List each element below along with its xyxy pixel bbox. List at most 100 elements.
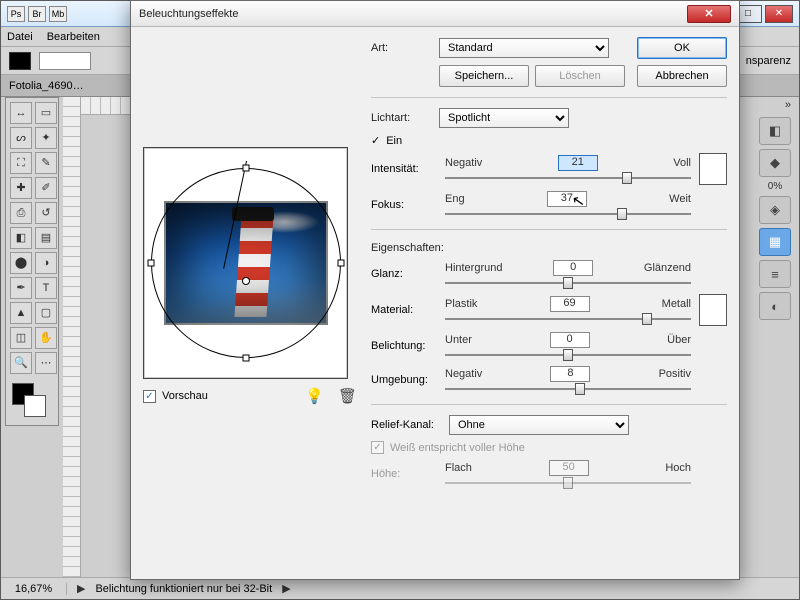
tool-hand[interactable]: ✋	[35, 327, 57, 349]
zoom-level[interactable]: 16,67%	[9, 583, 67, 595]
on-checkbox[interactable]: ✓	[371, 134, 380, 147]
ambience-value[interactable]: 8	[550, 366, 590, 382]
properties-label: Eigenschaften:	[371, 242, 727, 254]
app-icon-mb: Mb	[49, 6, 67, 22]
app-icon-ps: Ps	[7, 6, 25, 22]
preview-canvas[interactable]	[143, 147, 348, 379]
material-slider[interactable]	[445, 314, 691, 324]
gloss-value[interactable]: 0	[553, 260, 593, 276]
style-label: Art:	[371, 42, 433, 54]
tool-type[interactable]: T	[35, 277, 57, 299]
exposure-value[interactable]: 0	[550, 332, 590, 348]
texture-channel-label: Relief-Kanal:	[371, 419, 443, 431]
tool-heal[interactable]: ✚	[10, 177, 32, 199]
app-icon-br: Br	[28, 6, 46, 22]
style-select[interactable]: Standard	[439, 38, 609, 58]
tool-3d[interactable]: ◫	[10, 327, 32, 349]
lighting-effects-dialog: Beleuchtungseffekte ✕ ✓ Vorsc	[130, 0, 740, 580]
material-label: Material:	[371, 304, 437, 316]
menu-edit[interactable]: Bearbeiten	[47, 31, 100, 43]
option-grad-swatch[interactable]	[39, 52, 91, 70]
status-bar: 16,67% ▶ Belichtung funktioniert nur bei…	[1, 577, 799, 599]
light-center-handle[interactable]	[242, 277, 250, 285]
tool-zoom[interactable]: 🔍	[10, 352, 32, 374]
white-high-checkbox: ✓	[371, 441, 384, 454]
panel-icon-history[interactable]: ≡	[759, 260, 791, 288]
focus-label: Fokus:	[371, 199, 437, 211]
tool-dodge[interactable]: ◑	[35, 252, 57, 274]
height-right: Hoch	[665, 462, 691, 474]
tool-marquee[interactable]: ▭	[35, 102, 57, 124]
save-button[interactable]: Speichern...	[439, 65, 529, 87]
tool-pen[interactable]: ✒	[10, 277, 32, 299]
intensity-label: Intensität:	[371, 163, 437, 175]
ambience-right: Positiv	[659, 368, 691, 380]
cancel-button[interactable]: Abbrechen	[637, 65, 727, 87]
gloss-right: Glänzend	[644, 262, 691, 274]
tools-panel: ↔ ▭ ᔕ ✦ ⛶ ✎ ✚ ✐ ⎙ ↺ ◧ ▤ ⬤ ◑ ✒ T ▲ ▢ ◫ ✋ …	[5, 97, 59, 426]
light-handle-n[interactable]	[242, 165, 249, 172]
light-handle-e[interactable]	[337, 260, 344, 267]
tool-stamp[interactable]: ⎙	[10, 202, 32, 224]
option-fg-swatch[interactable]	[9, 52, 31, 70]
preview-checkbox[interactable]: ✓	[143, 390, 156, 403]
panel-icon-paths[interactable]: ◈	[759, 196, 791, 224]
panel-dock: » ◧ ◆ 0% ◈ ▦ ≡ ◐	[755, 97, 795, 577]
height-value: 50	[549, 460, 589, 476]
light-ellipse[interactable]	[151, 168, 341, 358]
ambience-slider[interactable]	[445, 384, 691, 394]
tool-path-select[interactable]: ▲	[10, 302, 32, 324]
ambience-color-swatch[interactable]	[699, 294, 727, 326]
focus-value[interactable]: 37	[547, 191, 587, 207]
tool-history-brush[interactable]: ↺	[35, 202, 57, 224]
dialog-close-button[interactable]: ✕	[687, 5, 731, 23]
panel-collapse-icon[interactable]: »	[755, 97, 795, 113]
intensity-value[interactable]: 21	[558, 155, 598, 171]
panel-icon-channels[interactable]: ◆	[759, 149, 791, 177]
trash-icon[interactable]: 🗑	[334, 387, 361, 405]
texture-channel-select[interactable]: Ohne	[449, 415, 629, 435]
ambience-label: Umgebung:	[371, 374, 437, 386]
tool-gradient[interactable]: ▤	[35, 227, 57, 249]
material-left: Plastik	[445, 298, 477, 310]
lightbulb-icon[interactable]: 💡	[301, 387, 328, 405]
tool-color-swatches[interactable]	[10, 381, 57, 421]
white-high-label: Weiß entspricht voller Höhe	[390, 442, 525, 454]
tool-eyedropper[interactable]: ✎	[35, 152, 57, 174]
exposure-label: Belichtung:	[371, 340, 437, 352]
tool-wand[interactable]: ✦	[35, 127, 57, 149]
tool-lasso[interactable]: ᔕ	[10, 127, 32, 149]
tool-move[interactable]: ↔	[10, 102, 32, 124]
height-left: Flach	[445, 462, 472, 474]
panel-opacity-value: 0%	[755, 181, 795, 192]
tool-blur[interactable]: ⬤	[10, 252, 32, 274]
gloss-label: Glanz:	[371, 268, 437, 280]
height-label: Höhe:	[371, 468, 437, 480]
panel-icon-selected[interactable]: ▦	[759, 228, 791, 256]
light-handle-s[interactable]	[242, 355, 249, 362]
tool-eraser[interactable]: ◧	[10, 227, 32, 249]
light-color-swatch[interactable]	[699, 153, 727, 185]
exposure-slider[interactable]	[445, 350, 691, 360]
delete-button[interactable]: Löschen	[535, 65, 625, 87]
gloss-slider[interactable]	[445, 278, 691, 288]
focus-slider[interactable]	[445, 209, 691, 219]
panel-icon-adjust[interactable]: ◐	[759, 292, 791, 320]
intensity-left: Negativ	[445, 157, 482, 169]
ok-button[interactable]: OK	[637, 37, 727, 59]
exposure-left: Unter	[445, 334, 472, 346]
ruler-vertical	[63, 97, 81, 577]
tool-shape[interactable]: ▢	[35, 302, 57, 324]
tool-brush[interactable]: ✐	[35, 177, 57, 199]
status-message: Belichtung funktioniert nur bei 32-Bit	[95, 583, 272, 595]
intensity-slider[interactable]	[445, 173, 691, 183]
light-type-select[interactable]: Spotlicht	[439, 108, 569, 128]
panel-icon-layers[interactable]: ◧	[759, 117, 791, 145]
window-close-button[interactable]: ✕	[765, 5, 793, 23]
tool-crop[interactable]: ⛶	[10, 152, 32, 174]
light-handle-w[interactable]	[147, 260, 154, 267]
tool-extra[interactable]: ⋯	[35, 352, 57, 374]
dialog-titlebar[interactable]: Beleuchtungseffekte ✕	[131, 1, 739, 27]
menu-file[interactable]: Datei	[7, 31, 33, 43]
material-value[interactable]: 69	[550, 296, 590, 312]
